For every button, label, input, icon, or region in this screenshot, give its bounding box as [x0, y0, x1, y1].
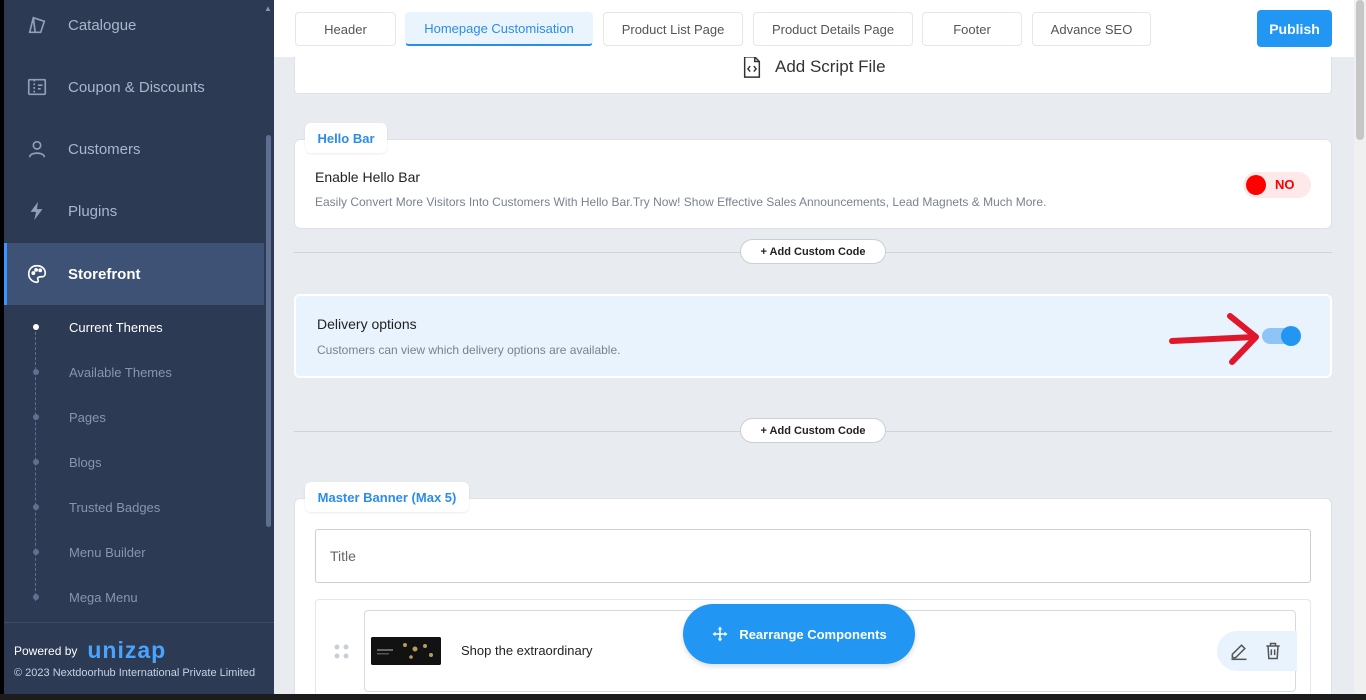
palette-icon — [26, 263, 48, 285]
add-script-file-label: Add Script File — [775, 57, 886, 76]
submenu-item-pages[interactable]: Pages — [4, 402, 264, 432]
sidebar-item-label: Coupon & Discounts — [68, 78, 205, 96]
tab-product-details-page[interactable]: Product Details Page — [753, 12, 913, 46]
submenu-dot — [33, 504, 39, 510]
tab-footer[interactable]: Footer — [922, 12, 1022, 46]
submenu-dot — [33, 549, 39, 555]
banner-thumbnail — [371, 637, 441, 665]
submenu-dot — [33, 459, 39, 465]
toggle-knob — [1281, 326, 1301, 346]
bolt-icon — [26, 200, 48, 222]
submenu-label: Menu Builder — [69, 544, 146, 560]
toggle-state: NO — [1275, 177, 1295, 192]
user-icon — [26, 138, 48, 160]
catalogue-icon — [26, 14, 48, 36]
add-custom-code-button[interactable]: + Add Custom Code — [740, 239, 886, 264]
submenu-dot — [33, 369, 39, 375]
tab-header[interactable]: Header — [295, 12, 396, 46]
sidebar: ▲ Catalogue Coupon & Discounts Customers… — [4, 0, 274, 694]
submenu-item-blogs[interactable]: Blogs — [4, 447, 264, 477]
submenu-item-menu-builder[interactable]: Menu Builder — [4, 537, 264, 567]
sidebar-item-storefront[interactable]: Storefront — [4, 243, 264, 305]
publish-button[interactable]: Publish — [1257, 10, 1332, 47]
submenu-dot — [33, 324, 39, 330]
submenu-dot — [33, 414, 39, 420]
submenu-label: Trusted Badges — [69, 499, 161, 515]
sidebar-item-label: Customers — [68, 140, 141, 158]
main-content: Add Script File Header Homepage Customis… — [274, 0, 1354, 694]
submenu-dot — [33, 594, 39, 600]
toggle-knob — [1246, 175, 1266, 195]
submenu-label: Pages — [69, 409, 106, 425]
rearrange-components-button[interactable]: Rearrange Components — [683, 604, 915, 664]
rearrange-components-label: Rearrange Components — [739, 626, 887, 642]
page-scrollbar[interactable] — [1354, 0, 1366, 694]
banner-title-input[interactable]: Title — [315, 529, 1311, 583]
copyright: © 2023 Nextdoorhub International Private… — [14, 667, 256, 679]
sidebar-item-coupon[interactable]: Coupon & Discounts — [4, 56, 264, 118]
submenu-item-trusted-badges[interactable]: Trusted Badges — [4, 492, 264, 522]
sidebar-footer: Powered by unizap © 2023 Nextdoorhub Int… — [4, 622, 274, 694]
sidebar-item-customers[interactable]: Customers — [4, 118, 264, 180]
submenu-item-mega-menu[interactable]: Mega Menu — [4, 582, 264, 612]
banner-item-actions — [1217, 631, 1297, 671]
tab-product-list-page[interactable]: Product List Page — [603, 12, 743, 46]
drag-handle-icon[interactable] — [332, 642, 352, 662]
page-scrollbar-thumb[interactable] — [1356, 0, 1364, 140]
sidebar-item-label: Plugins — [68, 202, 118, 220]
submenu-label: Blogs — [69, 454, 102, 470]
add-custom-code-button[interactable]: + Add Custom Code — [740, 418, 886, 443]
trash-icon[interactable] — [1263, 641, 1283, 661]
storefront-submenu: Current Themes Available Themes Pages Bl… — [4, 305, 264, 620]
sidebar-item-label: Storefront — [68, 265, 141, 283]
master-banner-card: Title Shop the extraordinary — [294, 498, 1332, 694]
sidebar-scrollbar[interactable] — [266, 135, 271, 527]
powered-by-text: Powered by — [14, 643, 78, 658]
hello-bar-toggle[interactable]: NO — [1243, 172, 1311, 198]
tab-advance-seo[interactable]: Advance SEO — [1032, 12, 1151, 46]
submenu-label: Mega Menu — [69, 589, 138, 605]
tab-bar: Header Homepage Customisation Product Li… — [274, 0, 1354, 57]
master-banner-chip: Master Banner (Max 5) — [305, 482, 469, 512]
submenu-item-current-themes[interactable]: Current Themes — [4, 312, 264, 342]
delivery-options-description: Customers can view which delivery option… — [317, 343, 621, 357]
move-icon — [712, 626, 728, 642]
hello-bar-description: Easily Convert More Visitors Into Custom… — [315, 195, 1047, 209]
submenu-label: Available Themes — [69, 364, 172, 380]
unizap-logo: unizap — [87, 637, 167, 663]
hello-bar-chip: Hello Bar — [305, 123, 387, 153]
arrow-annotation-icon — [1169, 313, 1259, 365]
scroll-up-icon[interactable]: ▲ — [264, 4, 272, 13]
sidebar-item-label: Catalogue — [68, 16, 137, 34]
taskbar-strip — [0, 694, 1366, 700]
powered-by: Powered by unizap — [14, 637, 166, 664]
sidebar-item-plugins[interactable]: Plugins — [4, 180, 264, 242]
tab-homepage-customisation[interactable]: Homepage Customisation — [405, 12, 593, 46]
banner-item-text: Shop the extraordinary — [461, 643, 593, 658]
hello-bar-card: Enable Hello Bar Easily Convert More Vis… — [294, 139, 1332, 229]
sidebar-item-catalogue[interactable]: Catalogue — [4, 0, 264, 56]
hello-bar-title: Enable Hello Bar — [315, 169, 421, 185]
code-file-icon — [743, 56, 761, 78]
submenu-item-available-themes[interactable]: Available Themes — [4, 357, 264, 387]
edit-icon[interactable] — [1229, 641, 1249, 661]
delivery-options-title: Delivery options — [317, 316, 417, 332]
coupon-icon — [26, 76, 48, 98]
delivery-options-toggle[interactable] — [1262, 326, 1301, 346]
submenu-label: Current Themes — [69, 319, 163, 335]
